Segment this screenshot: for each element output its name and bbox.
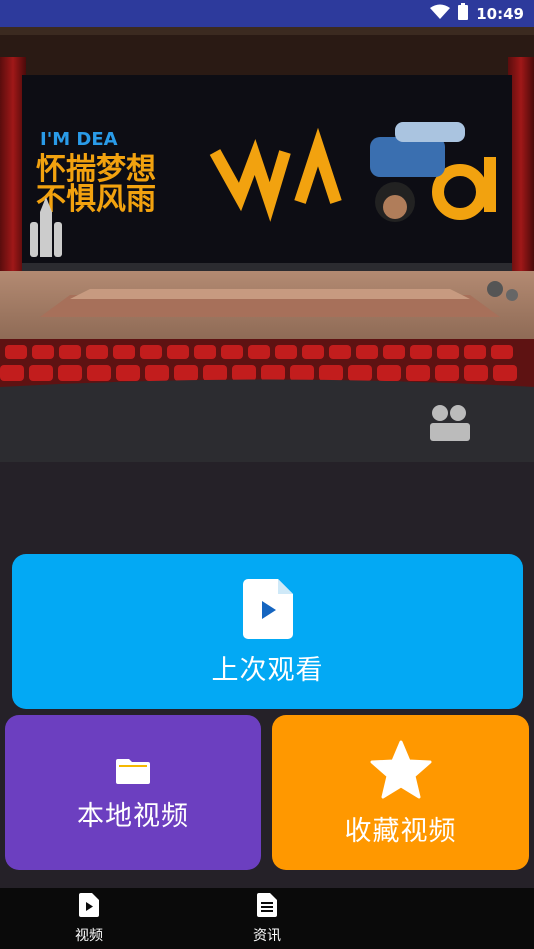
banner-headline-line2: 不惧风雨	[36, 182, 156, 217]
status-bar: 10:49	[0, 0, 534, 27]
banner-headline-en: I'M DEA	[40, 129, 118, 150]
clock-text: 10:49	[476, 4, 524, 23]
bottom-navigation: 视频 资讯	[0, 888, 534, 949]
nav-item-news[interactable]: 资讯	[242, 888, 292, 949]
video-icon	[79, 892, 99, 921]
news-icon	[257, 892, 277, 921]
nav-label-news: 资讯	[253, 927, 281, 944]
battery-icon	[458, 3, 469, 24]
status-bar-right: 10:49	[430, 0, 524, 27]
favorite-video-button[interactable]: 收藏视频	[272, 715, 529, 870]
star-icon	[370, 740, 432, 804]
wifi-icon	[430, 4, 451, 24]
cinema-illustration: I'M DEA 怀揣梦想 不惧风雨	[0, 27, 534, 462]
nav-label-video: 视频	[75, 927, 103, 944]
last-watched-button[interactable]: 上次观看	[12, 554, 523, 709]
local-video-button[interactable]: 本地视频	[5, 715, 261, 870]
nav-item-video[interactable]: 视频	[64, 888, 114, 949]
last-watched-label: 上次观看	[211, 655, 324, 686]
favorite-video-label: 收藏视频	[344, 816, 457, 847]
folder-icon	[116, 755, 150, 789]
main-content: 上次观看 本地视频 收藏视频	[0, 462, 534, 888]
video-file-icon	[242, 579, 293, 643]
cinema-banner-image: I'M DEA 怀揣梦想 不惧风雨	[0, 27, 534, 462]
local-video-label: 本地视频	[77, 801, 189, 832]
